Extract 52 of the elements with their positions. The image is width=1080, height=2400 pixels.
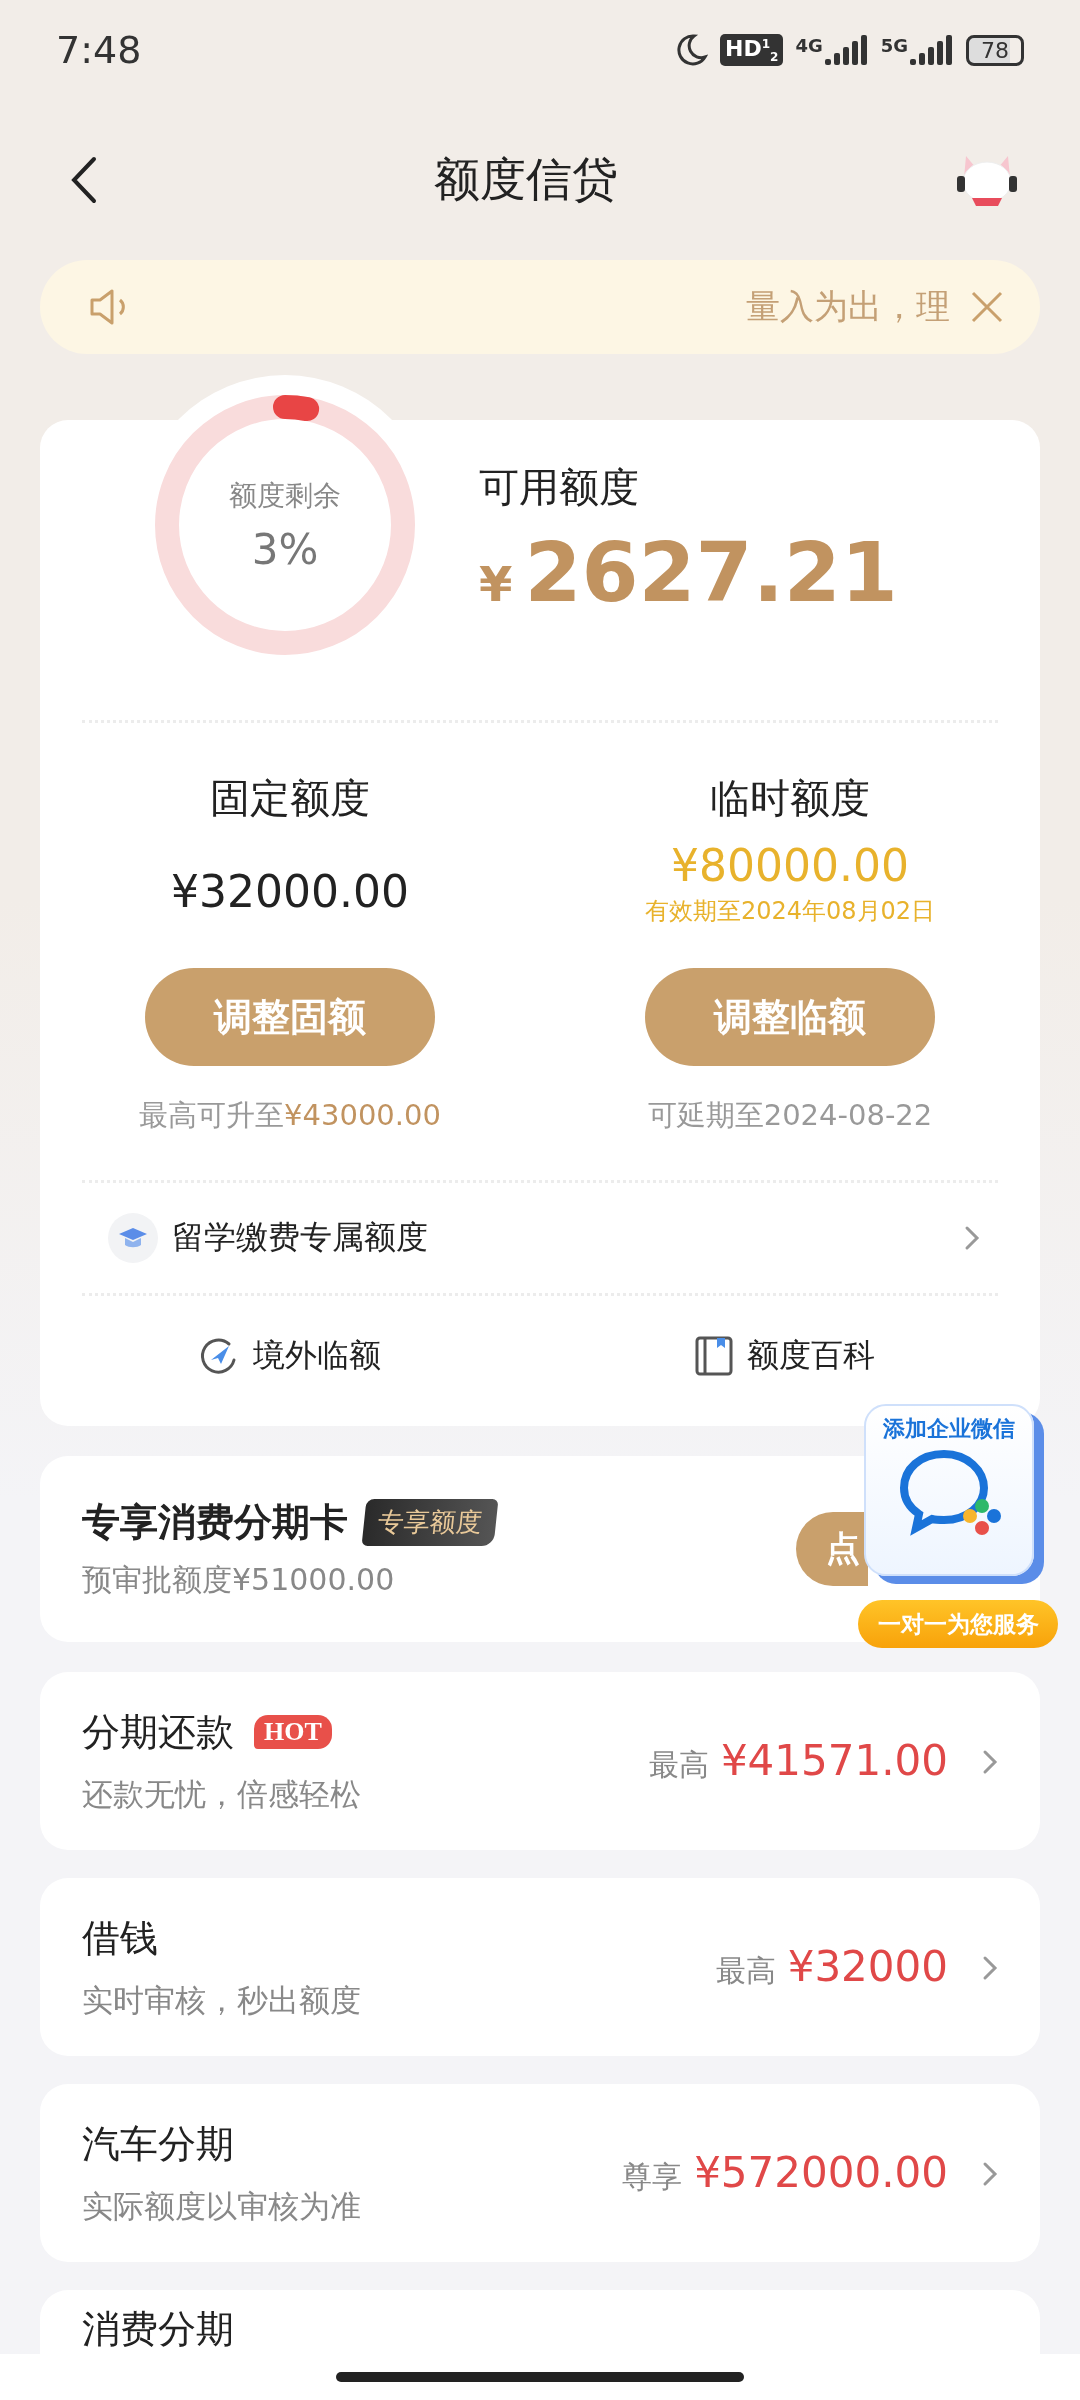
back-icon[interactable] bbox=[70, 156, 98, 204]
limit-title: 临时额度 bbox=[710, 774, 870, 823]
status-time: 7:48 bbox=[56, 28, 142, 72]
installment-title: 专享消费分期卡 bbox=[82, 1499, 348, 1546]
product-subtitle: 实际额度以审核为准 bbox=[82, 2186, 362, 2226]
product-amount: ¥572000.00 bbox=[694, 2148, 948, 2197]
notice-text: 量入为出，理 bbox=[746, 285, 950, 328]
book-icon bbox=[695, 1336, 733, 1376]
product-title: 汽车分期 bbox=[82, 2120, 234, 2168]
product-subtitle: 实时审核，秒出额度 bbox=[82, 1980, 362, 2020]
hot-badge: HOT bbox=[254, 1715, 332, 1749]
quick-link[interactable]: 境外临额 bbox=[253, 1334, 381, 1378]
chevron-icon bbox=[982, 1955, 998, 1981]
product-card[interactable]: 借钱 实时审核，秒出额度 最高 ¥32000 bbox=[40, 1878, 1040, 2056]
product-title: 消费分期 bbox=[82, 2308, 234, 2352]
study-limit-row[interactable]: 留学缴费专属额度 bbox=[40, 1183, 1040, 1293]
chevron-icon bbox=[982, 1749, 998, 1775]
signal-icon bbox=[824, 35, 869, 65]
product-card[interactable]: 消费分期 bbox=[40, 2290, 1040, 2354]
quick-link[interactable]: 额度百科 bbox=[747, 1334, 875, 1378]
limit-amount: ¥32000.00 bbox=[171, 866, 409, 917]
amount-prefix: 最高 bbox=[715, 1952, 776, 1990]
limit-amount: ¥80000.00 bbox=[671, 840, 909, 891]
product-title: 借钱 bbox=[82, 1914, 158, 1962]
limit-note: 可延期至2024-08-22 bbox=[647, 1097, 933, 1134]
limit-title: 固定额度 bbox=[210, 774, 370, 823]
limit-note: 最高可升至¥43000.00 bbox=[139, 1097, 441, 1134]
product-subtitle: 还款无忧，倍感轻松 bbox=[82, 1774, 362, 1814]
ring-label: 额度剩余 bbox=[229, 477, 341, 514]
page-title: 额度信贷 bbox=[433, 151, 619, 208]
amount-prefix: 最高 bbox=[648, 1746, 709, 1784]
widget-title: 添加企业微信 bbox=[883, 1415, 1015, 1443]
signal-icon bbox=[910, 35, 954, 65]
exclusive-tag: 专享额度 bbox=[361, 1499, 499, 1546]
available-label: 可用额度 bbox=[479, 463, 640, 512]
amount-prefix: 尊享 bbox=[622, 2158, 683, 2196]
available-amount: 2627.21 bbox=[524, 525, 898, 620]
validity-date: 有效期至2024年08月02日 bbox=[644, 896, 936, 927]
product-amount: ¥41571.00 bbox=[720, 1736, 948, 1785]
ring-value: 3% bbox=[251, 524, 319, 574]
network-label: 4G bbox=[795, 35, 823, 56]
study-limit-label: 留学缴费专属额度 bbox=[172, 1217, 429, 1258]
battery-indicator: 78 bbox=[966, 34, 1024, 66]
product-card[interactable]: 分期还款 HOT 还款无忧，倍感轻松 最高 ¥41571.00 bbox=[40, 1672, 1040, 1850]
currency-symbol: ¥ bbox=[479, 556, 513, 612]
chevron-icon bbox=[964, 1225, 980, 1251]
product-title: 分期还款 bbox=[82, 1708, 234, 1756]
network-label: 5G bbox=[880, 35, 908, 56]
installment-subtitle: 预审批额度¥51000.00 bbox=[82, 1561, 396, 1599]
product-card[interactable]: 汽车分期 实际额度以审核为准 尊享 ¥572000.00 bbox=[40, 2084, 1040, 2262]
chevron-icon bbox=[982, 2161, 998, 2187]
product-amount: ¥32000 bbox=[787, 1942, 948, 1991]
